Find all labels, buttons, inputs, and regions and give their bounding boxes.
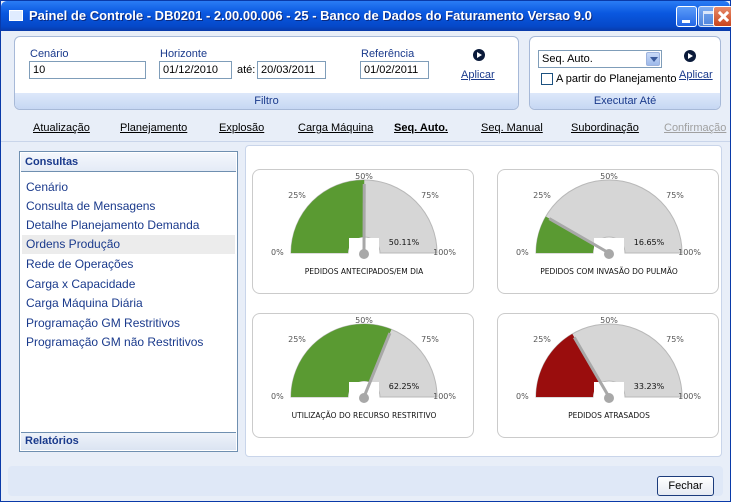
filtro-apply-link[interactable]: Aplicar — [461, 69, 495, 81]
horizonte-start-input[interactable]: 01/12/2010 — [159, 61, 232, 79]
gauge-tick-label: 25% — [533, 335, 551, 344]
divider — [1, 141, 730, 142]
footer-bar — [8, 466, 723, 496]
gauge-chart: 0% 25% 50% 75% 100% 33.23% PEDIDOS ATRASADOS — [516, 316, 701, 420]
gauge-title: UTILIZAÇÃO DO RECURSO RESTRITIVO — [292, 411, 437, 420]
gauge-value-label: 16.65% — [634, 238, 665, 247]
list-item[interactable]: Carga x Capacidade — [22, 275, 235, 294]
close-window-button[interactable] — [713, 6, 731, 27]
gauge-tick-label: 0% — [271, 392, 284, 401]
planejamento-checkbox-label[interactable]: A partir do Planejamento — [556, 73, 676, 85]
filtro-panel: Cenário 10 Horizonte 01/12/2010 até: 20/… — [14, 36, 519, 110]
nav-seq-auto[interactable]: Seq. Auto. — [394, 122, 448, 134]
gauge-needle-cap — [359, 393, 369, 403]
main-window: Painel de Controle - DB0201 - 2.00.00.00… — [0, 0, 731, 502]
referencia-label: Referência — [361, 48, 415, 60]
nav-subordinacao[interactable]: Subordinação — [571, 122, 639, 134]
ate-label: até: — [237, 64, 256, 76]
executar-footer: Executar Até — [530, 93, 720, 109]
gauge-tick-label: 25% — [533, 191, 551, 200]
list-item[interactable]: Programação GM não Restritivos — [22, 333, 235, 352]
gauge-title: PEDIDOS ANTECIPADOS/EM DIA — [305, 267, 424, 276]
list-item[interactable]: Ordens Produção — [22, 235, 235, 254]
gauge-tick-label: 50% — [600, 316, 618, 325]
gauge-tick-label: 100% — [678, 392, 701, 401]
gauge-tick-label: 75% — [666, 335, 684, 344]
nav-atualizacao[interactable]: Atualização — [33, 122, 90, 134]
gauge-needle-cap — [604, 249, 614, 259]
gauge-tick-label: 75% — [421, 335, 439, 344]
gauge-card: 0% 25% 50% 75% 100% 33.23% PEDIDOS ATRASADOS — [497, 313, 719, 438]
gauge-card: 0% 25% 50% 75% 100% 62.25% UTILIZAÇÃO DO RECUR… — [252, 313, 474, 438]
gauge-tick-label: 50% — [355, 172, 373, 181]
planejamento-checkbox[interactable] — [541, 73, 553, 85]
play-icon[interactable] — [473, 49, 485, 61]
gauge-tick-label: 100% — [678, 248, 701, 257]
minimize-button[interactable] — [676, 6, 697, 27]
title-bar[interactable]: Painel de Controle - DB0201 - 2.00.00.00… — [1, 1, 731, 31]
gauge-needle-cap — [359, 249, 369, 259]
referencia-input[interactable]: 01/02/2011 — [360, 61, 429, 79]
nav-seq-manual[interactable]: Seq. Manual — [481, 122, 543, 134]
executar-apply-link[interactable]: Aplicar — [679, 69, 713, 81]
nav-confirmacao: Confirmação — [664, 122, 727, 134]
gauge-tick-label: 75% — [666, 191, 684, 200]
chevron-down-icon[interactable] — [646, 52, 660, 66]
gauge-card: 0% 25% 50% 75% 100% 16.65% PEDIDOS COM INVASÃO… — [497, 169, 719, 294]
consultas-header[interactable]: Consultas — [21, 153, 236, 172]
consultas-panel: Consultas Cenário Consulta de Mensagens … — [19, 151, 238, 452]
executar-panel: Seq. Auto. A partir do Planejamento Apli… — [529, 36, 721, 110]
list-item[interactable]: Detalhe Planejamento Demanda — [22, 216, 235, 235]
horizonte-label: Horizonte — [160, 48, 208, 60]
gauge-tick-label: 100% — [433, 248, 456, 257]
nav-carga-maquina[interactable]: Carga Máquina — [298, 122, 373, 134]
list-item[interactable]: Carga Máquina Diária — [22, 294, 235, 313]
gauge-chart: 0% 25% 50% 75% 100% 62.25% UTILIZAÇÃO DO RECUR… — [271, 316, 456, 420]
relatorios-header[interactable]: Relatórios — [21, 432, 236, 450]
sequence-select-value: Seq. Auto. — [542, 53, 593, 65]
gauge-tick-label: 75% — [421, 191, 439, 200]
gauge-value-label: 62.25% — [389, 382, 420, 391]
list-item[interactable]: Consulta de Mensagens — [22, 197, 235, 216]
list-item[interactable]: Rede de Operações — [22, 255, 235, 274]
horizonte-end-input[interactable]: 20/03/2011 — [257, 61, 326, 79]
gauge-tick-label: 0% — [516, 392, 529, 401]
gauge-needle-cap — [604, 393, 614, 403]
gauge-title: PEDIDOS ATRASADOS — [568, 411, 650, 420]
app-icon — [9, 10, 23, 21]
list-item[interactable]: Cenário — [22, 178, 235, 197]
list-item[interactable]: Programação GM Restritivos — [22, 314, 235, 333]
sequence-select[interactable]: Seq. Auto. — [538, 50, 662, 68]
window-title: Painel de Controle - DB0201 - 2.00.00.00… — [29, 8, 592, 23]
gauge-tick-label: 0% — [271, 248, 284, 257]
gauge-chart: 0% 25% 50% 75% 100% 50.11% PEDIDOS ANTECIPADOS… — [271, 172, 456, 276]
gauges-panel: 0% 25% 50% 75% 100% 50.11% PEDIDOS ANTECIPADOS… — [245, 145, 722, 457]
gauge-tick-label: 50% — [600, 172, 618, 181]
gauge-tick-label: 25% — [288, 191, 306, 200]
gauge-card: 0% 25% 50% 75% 100% 50.11% PEDIDOS ANTECIPADOS… — [252, 169, 474, 294]
gauge-tick-label: 100% — [433, 392, 456, 401]
play-icon[interactable] — [684, 50, 696, 62]
gauge-title: PEDIDOS COM INVASÃO DO PULMÃO — [540, 267, 678, 276]
gauge-tick-label: 25% — [288, 335, 306, 344]
gauge-value-label: 33.23% — [634, 382, 665, 391]
gauge-value-label: 50.11% — [389, 238, 420, 247]
close-button[interactable]: Fechar — [657, 476, 714, 496]
cenario-label: Cenário — [30, 48, 69, 60]
gauge-tick-label: 0% — [516, 248, 529, 257]
gauge-chart: 0% 25% 50% 75% 100% 16.65% PEDIDOS COM INVASÃO… — [516, 172, 701, 276]
gauge-tick-label: 50% — [355, 316, 373, 325]
nav-explosao[interactable]: Explosão — [219, 122, 264, 134]
cenario-input[interactable]: 10 — [29, 61, 146, 79]
filtro-footer: Filtro — [15, 93, 518, 109]
nav-planejamento[interactable]: Planejamento — [120, 122, 187, 134]
